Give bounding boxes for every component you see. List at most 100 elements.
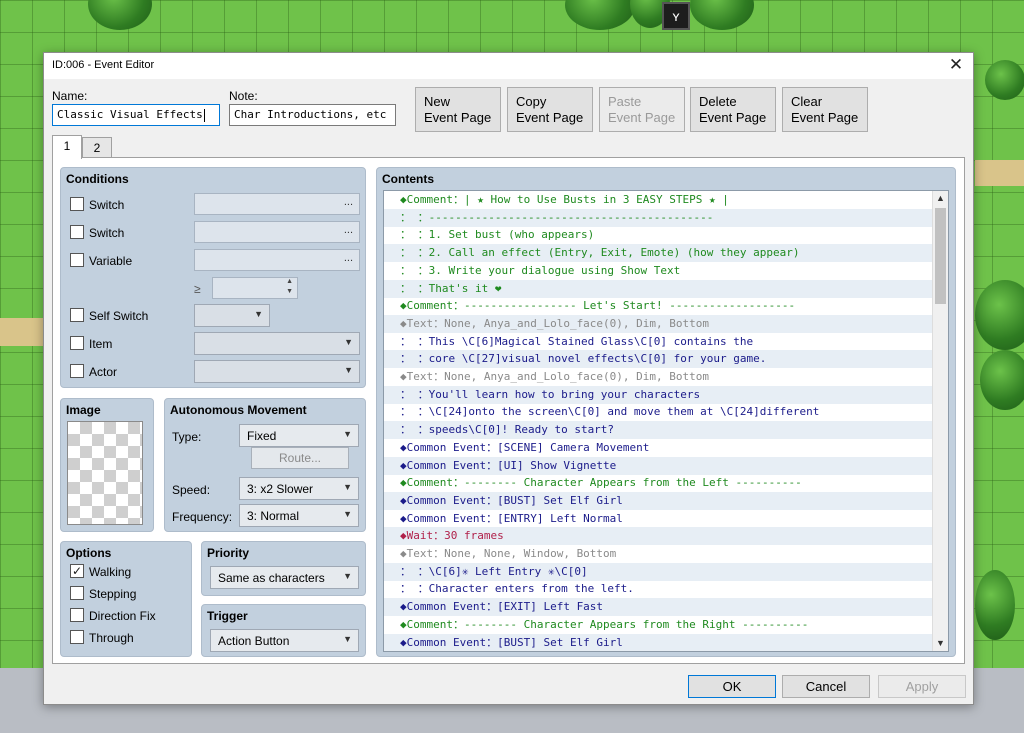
contents-panel: Contents ◆Comment：| ★ How to Use Busts i… — [376, 167, 956, 657]
tab-page-1[interactable]: 1 — [52, 135, 82, 159]
switch2-selector[interactable]: ... — [194, 221, 360, 243]
event-command-row[interactable]: ： ：-------------------------------------… — [384, 208, 932, 227]
name-value: Classic Visual Effects — [57, 108, 203, 121]
conditions-title: Conditions — [66, 172, 129, 186]
frequency-dropdown[interactable]: 3: Normal ▼ — [239, 504, 359, 527]
copy-event-page-button[interactable]: Copy Event Page — [507, 87, 593, 132]
ellipsis-icon[interactable]: ... — [344, 224, 353, 236]
event-command-row[interactable]: ： ：Character enters from the left. — [384, 580, 932, 598]
chevron-down-icon: ▼ — [344, 337, 353, 347]
tree — [985, 60, 1024, 100]
event-command-row[interactable]: ： ：\C[6]✳ Left Entry ✳\C[0] — [384, 562, 932, 581]
tab-page-2[interactable]: 2 — [82, 137, 112, 159]
ok-button[interactable]: OK — [688, 675, 776, 698]
chevron-down-icon: ▼ — [343, 429, 352, 439]
title-bar: ID:006 - Event Editor ✕ — [44, 53, 973, 79]
event-command-row[interactable]: ◆Text：None, Anya_and_Lolo_face(0), Dim, … — [384, 368, 932, 386]
delete-line1: Delete — [699, 94, 737, 109]
event-command-row[interactable]: ◆Comment：-------- Character Appears from… — [384, 616, 932, 634]
variable-checkbox[interactable] — [70, 253, 84, 267]
direction-fix-checkbox[interactable] — [70, 608, 84, 622]
options-title: Options — [66, 546, 112, 560]
type-label: Type: — [172, 430, 202, 444]
image-title: Image — [66, 403, 101, 417]
event-command-row[interactable]: ◆Common Event：[BUST] Set Elf Girl — [384, 491, 932, 510]
event-command-row[interactable]: ： ：\C[24]onto the screen\C[0] and move t… — [384, 403, 932, 421]
trigger-dropdown[interactable]: Action Button ▼ — [210, 629, 359, 652]
ellipsis-icon[interactable]: ... — [344, 252, 353, 264]
priority-dropdown[interactable]: Same as characters ▼ — [210, 566, 359, 589]
event-command-row[interactable]: ◆Common Event：[BUST] Set Elf Girl — [384, 633, 932, 651]
event-command-row[interactable]: ： ：This \C[6]Magical Stained Glass\C[0] … — [384, 333, 932, 351]
event-command-row[interactable]: ◆Comment：-------- Character Appears from… — [384, 474, 932, 492]
event-command-row[interactable]: ： ：1. Set bust (who appears) — [384, 226, 932, 244]
delete-event-page-button[interactable]: Delete Event Page — [690, 87, 776, 132]
speed-dropdown[interactable]: 3: x2 Slower ▼ — [239, 477, 359, 500]
butterfly-icon: ʏ — [662, 2, 690, 30]
scroll-down-icon[interactable]: ▼ — [933, 636, 948, 651]
chevron-down-icon: ▼ — [343, 571, 352, 581]
cancel-button[interactable]: Cancel — [782, 675, 870, 698]
self-switch-checkbox[interactable] — [70, 308, 84, 322]
event-command-row[interactable]: ： ：3. Write your dialogue using Show Tex… — [384, 262, 932, 280]
switch1-selector[interactable]: ... — [194, 193, 360, 215]
switch1-checkbox[interactable] — [70, 197, 84, 211]
chevron-down-icon: ▼ — [343, 482, 352, 492]
event-command-row[interactable]: ◆Common Event：[EXIT] Left Fast — [384, 598, 932, 617]
clear-event-page-button[interactable]: Clear Event Page — [782, 87, 868, 132]
map-path — [0, 318, 44, 346]
event-command-row[interactable]: ◆Wait：30 frames — [384, 527, 932, 546]
copy-line2: Event Page — [516, 110, 584, 125]
vertical-scrollbar[interactable]: ▲ ▼ — [932, 191, 948, 651]
conditions-panel: Conditions Switch ... Switch ... Variabl… — [60, 167, 366, 388]
scroll-thumb[interactable] — [935, 208, 946, 304]
walking-checkbox[interactable]: ✓ — [70, 564, 84, 578]
stepper-up-icon[interactable]: ▲ — [286, 278, 293, 285]
variable-selector[interactable]: ... — [194, 249, 360, 271]
new-event-page-button[interactable]: New Event Page — [415, 87, 501, 132]
event-command-row[interactable]: ： ：You'll learn how to bring your charac… — [384, 385, 932, 404]
tree — [980, 350, 1024, 410]
actor-checkbox[interactable] — [70, 364, 84, 378]
event-command-row[interactable]: ： ：That's it ❤ — [384, 279, 932, 298]
item-checkbox[interactable] — [70, 336, 84, 350]
event-command-row[interactable]: ◆Comment：----------------- Let's Start! … — [384, 297, 932, 315]
event-editor-dialog: ID:006 - Event Editor ✕ Name: Classic Vi… — [43, 52, 974, 705]
tree — [690, 0, 754, 30]
speed-label: Speed: — [172, 483, 211, 497]
apply-button[interactable]: Apply — [878, 675, 966, 698]
self-switch-dropdown[interactable]: ▼ — [194, 304, 270, 327]
walking-label: Walking — [89, 565, 132, 579]
name-field[interactable]: Classic Visual Effects — [52, 104, 220, 126]
route-button[interactable]: Route... — [251, 447, 349, 469]
item-dropdown[interactable]: ▼ — [194, 332, 360, 355]
event-command-row[interactable]: ： ：speeds\C[0]! Ready to start? — [384, 421, 932, 440]
switch2-checkbox[interactable] — [70, 225, 84, 239]
ellipsis-icon[interactable]: ... — [344, 196, 353, 208]
note-field[interactable]: Char Introductions, etc — [229, 104, 396, 126]
event-command-row[interactable]: ： ：core \C[27]visual novel effects\C[0] … — [384, 350, 932, 369]
type-dropdown[interactable]: Fixed ▼ — [239, 424, 359, 447]
event-command-list[interactable]: ◆Comment：| ★ How to Use Busts in 3 EASY … — [383, 190, 949, 652]
event-command-row[interactable]: ◆Text：None, None, Window, Bottom — [384, 545, 932, 563]
variable-value-stepper[interactable]: ▲ ▼ — [212, 277, 298, 299]
scroll-up-icon[interactable]: ▲ — [933, 191, 948, 206]
event-command-row[interactable]: ◆Common Event：[UI] Show Vignette — [384, 456, 932, 475]
event-command-row[interactable]: ◆Comment：| ★ How to Use Busts in 3 EASY … — [384, 191, 932, 209]
event-command-row[interactable]: ◆Text：None, Anya_and_Lolo_face(0), Dim, … — [384, 314, 932, 333]
name-label: Name: — [52, 89, 88, 103]
paste-event-page-button[interactable]: Paste Event Page — [599, 87, 685, 132]
switch1-label: Switch — [89, 198, 125, 212]
image-preview[interactable] — [67, 421, 143, 525]
actor-dropdown[interactable]: ▼ — [194, 360, 360, 383]
event-command-row[interactable]: ◆Common Event：[SCENE] Camera Movement — [384, 439, 932, 457]
event-command-row[interactable]: ◆Common Event：[ENTRY] Left Normal — [384, 510, 932, 528]
through-checkbox[interactable] — [70, 630, 84, 644]
text-caret — [203, 108, 205, 122]
stepping-checkbox[interactable] — [70, 586, 84, 600]
stepper-down-icon[interactable]: ▼ — [286, 288, 293, 295]
close-icon[interactable]: ✕ — [945, 55, 967, 75]
copy-line1: Copy — [516, 94, 547, 109]
clear-line1: Clear — [791, 94, 823, 109]
event-command-row[interactable]: ： ：2. Call an effect (Entry, Exit, Emote… — [384, 244, 932, 263]
